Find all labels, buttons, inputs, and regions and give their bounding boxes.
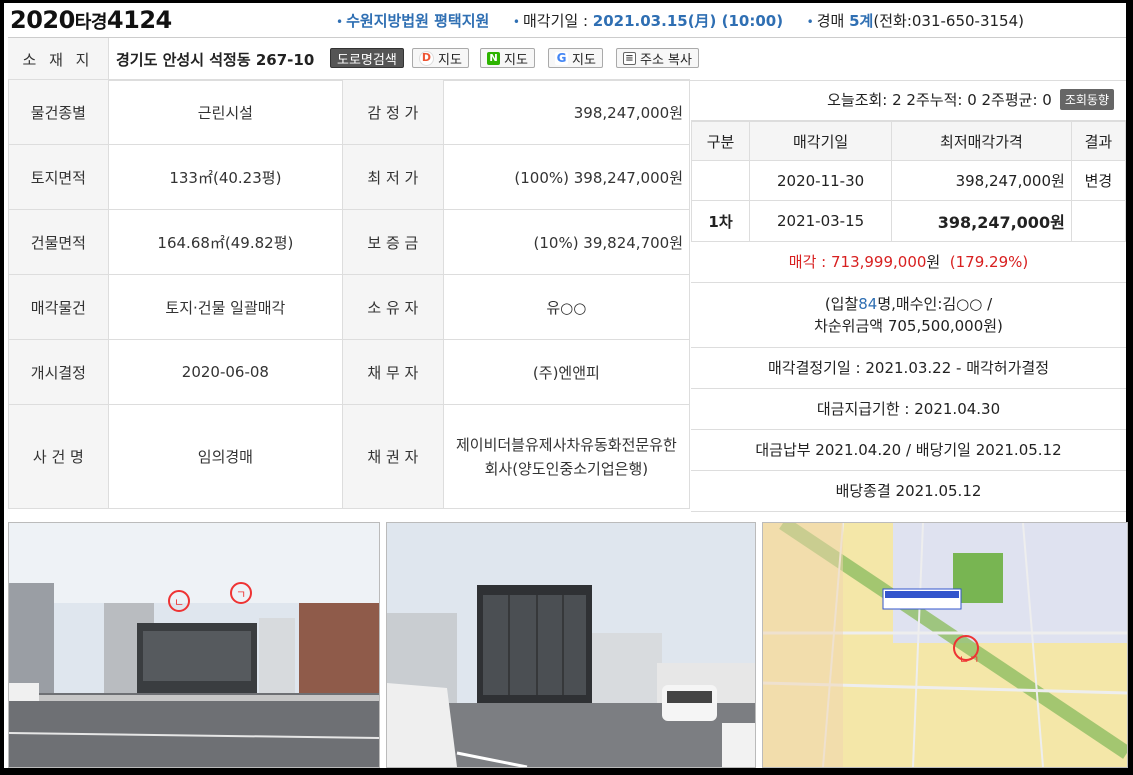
page-frame: 2020타경4124 • 수원지방법원 평택지원 • 매각기일 : 2021.03.… xyxy=(4,3,1128,768)
appraisal-label: 감 정 가 xyxy=(342,79,444,145)
sale-history-table: 구분 매각기일 최저매각가격 결과 2020-11-30 398,247,000… xyxy=(690,121,1127,242)
table-row: 사 건 명 임의경매 채 권 자 제이비더블유제사차유동화전문유한회사(양도인중… xyxy=(8,404,691,509)
daum-icon: D xyxy=(419,50,434,66)
building-area-label: 건물면적 xyxy=(8,209,109,275)
type-label: 물건종별 xyxy=(8,79,109,145)
case-name-label: 사 건 명 xyxy=(8,404,109,509)
property-photo-1[interactable]: ㄴ ㄱ xyxy=(8,522,380,768)
sale-price: 713,999,000 xyxy=(830,253,927,271)
debtor-value: (주)엔앤피 xyxy=(442,339,691,405)
sale-rate: (179.29%) xyxy=(949,253,1029,271)
case-number: 2020타경4124 xyxy=(10,6,172,34)
type-value[interactable]: 근린시설 xyxy=(107,79,344,145)
payment-deadline-row: 대금지급기한 : 2021.04.30 xyxy=(691,389,1126,430)
owner-value: 유○○ xyxy=(442,274,691,340)
naver-map-button[interactable]: N 지도 xyxy=(480,48,535,68)
deposit-value: (10%) 39,824,700원 xyxy=(442,209,691,275)
decision-row: 매각결정기일 : 2021.03.22 - 매각허가결정 xyxy=(691,348,1126,389)
copy-icon: ≡ xyxy=(623,51,636,65)
location-map[interactable]: ㄴㄱ xyxy=(762,522,1128,768)
naver-icon: N xyxy=(487,51,500,65)
minimum-price-value: (100%) 398,247,000원 xyxy=(442,144,691,210)
start-decision-label: 개시결정 xyxy=(8,339,109,405)
paid-row: 대금납부 2021.04.20 / 배당기일 2021.05.12 xyxy=(691,430,1126,471)
property-photo-2[interactable] xyxy=(386,522,756,768)
sale-item-label: 매각물건 xyxy=(8,274,109,340)
road-search-button[interactable]: 도로명검색 xyxy=(330,48,404,68)
land-area-value: 133㎡(40.23평) xyxy=(107,144,344,210)
sale-history-panel: 오늘조회: 2 2주누적: 0 2주평균: 0 조회동향 구분 매각기일 최저매… xyxy=(690,79,1127,512)
map-marker-label: ㄴㄱ xyxy=(959,653,979,666)
google-map-button[interactable]: G 지도 xyxy=(548,48,603,68)
closed-row: 배당종결 2021.05.12 xyxy=(691,471,1126,512)
bidders-row: (입찰84명,매수인:김○○ / 차순위금액 705,500,000원) xyxy=(691,283,1126,348)
table-row: 물건종별 근린시설 감 정 가 398,247,000원 xyxy=(8,79,691,145)
owner-label: 소 유 자 xyxy=(342,274,444,340)
minimum-price-label: 최 저 가 xyxy=(342,144,444,210)
bidders-count[interactable]: 84 xyxy=(858,295,877,313)
auction-date: 2021.03.15(月) (10:00) xyxy=(592,12,784,30)
view-stats: 오늘조회: 2 2주누적: 0 2주평균: 0 조회동향 xyxy=(691,79,1126,121)
photo-label-2: ㄱ xyxy=(236,588,246,601)
table-header: 구분 매각기일 최저매각가격 결과 xyxy=(690,121,1127,161)
address-text: 경기도 안성시 석정동 267-10 xyxy=(116,51,315,69)
photo-label-1: ㄴ xyxy=(174,596,184,609)
creditor-value: 제이비더블유제사차유동화전문유한회사(양도인중소기업은행) xyxy=(442,404,691,509)
address-label: 소 재 지 xyxy=(8,38,109,80)
copy-address-button[interactable]: ≡ 주소 복사 xyxy=(616,48,699,68)
table-row: 매각물건 토지·건물 일괄매각 소 유 자 유○○ xyxy=(8,274,691,340)
debtor-label: 채 무 자 xyxy=(342,339,444,405)
view-trend-button[interactable]: 조회동향 xyxy=(1059,89,1114,110)
table-row: 1차 2021-03-15 398,247,000원 xyxy=(690,200,1127,242)
table-row: 건물면적 164.68㎡(49.82평) 보 증 금 (10%) 39,824,… xyxy=(8,209,691,275)
daum-map-button[interactable]: D 지도 xyxy=(412,48,469,68)
property-table: 물건종별 근린시설 감 정 가 398,247,000원 토지면적 133㎡(4… xyxy=(8,79,691,509)
deposit-label: 보 증 금 xyxy=(342,209,444,275)
google-icon: G xyxy=(555,50,568,65)
sale-item-value: 토지·건물 일괄매각 xyxy=(107,274,344,340)
dept-link[interactable]: 5계 xyxy=(849,12,873,30)
land-area-label: 토지면적 xyxy=(8,144,109,210)
photo-strip: ㄴ ㄱ ㄴㄱ xyxy=(8,522,1128,768)
appraisal-value: 398,247,000원 xyxy=(442,79,691,145)
creditor-label: 채 권 자 xyxy=(342,404,444,509)
building-area-value: 164.68㎡(49.82평) xyxy=(107,209,344,275)
case-info: • 수원지방법원 평택지원 • 매각기일 : 2021.03.15(月) (10:0… xyxy=(336,12,1024,30)
address-row: 소 재 지 경기도 안성시 석정동 267-10 도로명검색 D 지도 N 지도 G… xyxy=(8,37,1126,81)
table-row: 2020-11-30 398,247,000원 변경 xyxy=(690,160,1127,201)
start-decision-value: 2020-06-08 xyxy=(107,339,344,405)
table-row: 토지면적 133㎡(40.23평) 최 저 가 (100%) 398,247,0… xyxy=(8,144,691,210)
sale-price-row: 매각 : 713,999,000 원 (179.29%) xyxy=(691,242,1126,283)
table-row: 개시결정 2020-06-08 채 무 자 (주)엔앤피 xyxy=(8,339,691,405)
case-name-value: 임의경매 xyxy=(107,404,344,509)
case-header: 2020타경4124 • 수원지방법원 평택지원 • 매각기일 : 2021.03.… xyxy=(4,3,1126,37)
court-link[interactable]: 수원지방법원 평택지원 xyxy=(346,12,489,30)
